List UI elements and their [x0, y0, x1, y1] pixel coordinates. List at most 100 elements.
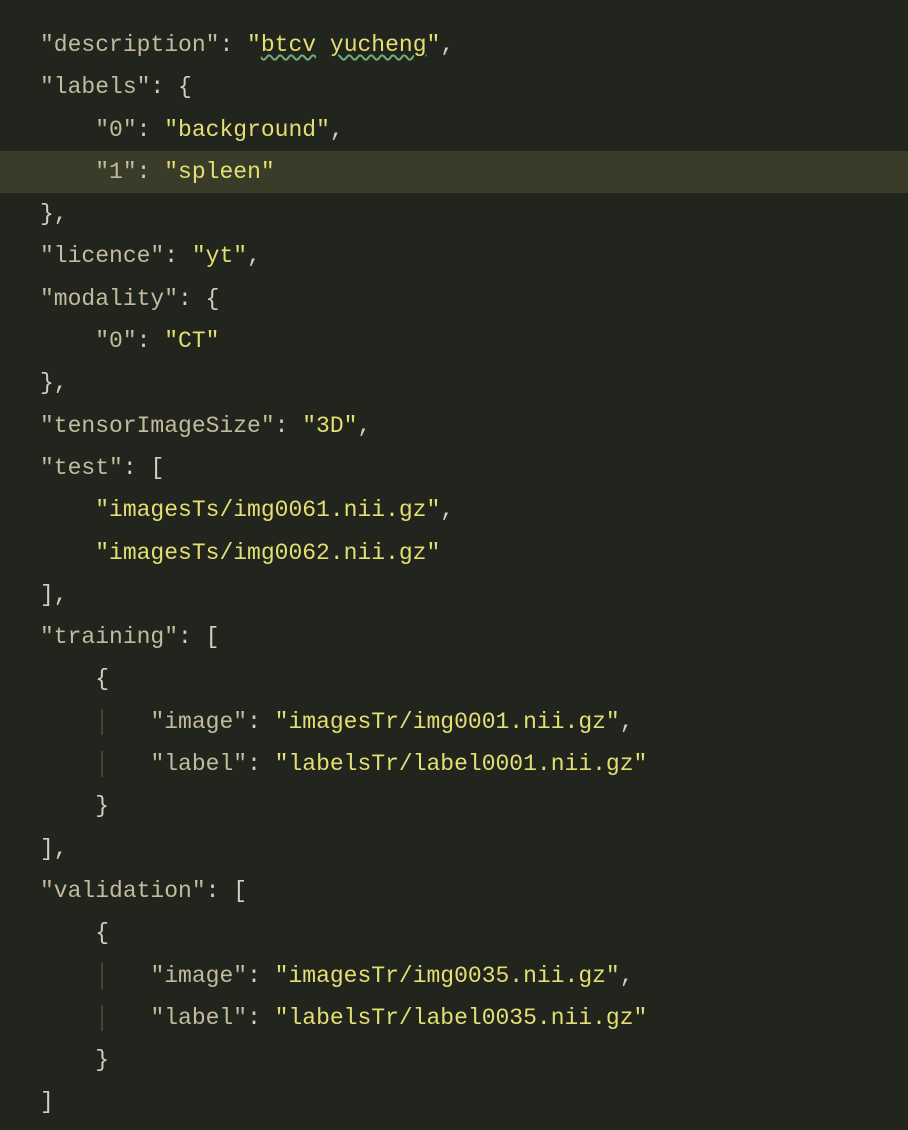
json-key: "modality": [40, 286, 178, 312]
code-line: {: [0, 658, 908, 700]
json-string: "3D": [302, 413, 357, 439]
json-key: "image": [150, 709, 247, 735]
code-line: "test": [: [0, 447, 908, 489]
code-line: "imagesTs/img0061.nii.gz",: [0, 489, 908, 531]
json-string: "CT": [164, 328, 219, 354]
json-string-spellcheck: yucheng: [330, 32, 427, 58]
punct-colon: :: [137, 117, 165, 143]
punct-close-bracket: ],: [40, 836, 68, 862]
code-line: "description": "btcv yucheng",: [0, 24, 908, 66]
json-key: "0": [95, 328, 136, 354]
punct-colon: :: [178, 286, 206, 312]
punct-comma: ,: [247, 243, 261, 269]
punct-open-brace: {: [178, 74, 192, 100]
punct-colon: :: [137, 328, 165, 354]
code-line: },: [0, 193, 908, 235]
json-string: "imagesTr/img0001.nii.gz": [275, 709, 620, 735]
json-key: "image": [150, 963, 247, 989]
indent: [40, 328, 95, 354]
code-line: "imagesTs/img0062.nii.gz": [0, 532, 908, 574]
json-string: ": [427, 32, 441, 58]
punct-close-bracket: ]: [40, 1089, 54, 1115]
indent-guide: │: [95, 963, 150, 989]
indent: [40, 540, 95, 566]
code-line: "training": [: [0, 616, 908, 658]
punct-open-bracket: [: [233, 878, 247, 904]
json-string: [316, 32, 330, 58]
code-line: │ "image": "imagesTr/img0035.nii.gz",: [0, 955, 908, 997]
code-line: }: [0, 1039, 908, 1081]
code-line: │ "label": "labelsTr/label0035.nii.gz": [0, 997, 908, 1039]
punct-comma: ,: [440, 497, 454, 523]
punct-colon: :: [247, 751, 275, 777]
json-key: "test": [40, 455, 123, 481]
json-string: "imagesTs/img0062.nii.gz": [95, 540, 440, 566]
code-line: │ "image": "imagesTr/img0001.nii.gz",: [0, 701, 908, 743]
json-key: "description": [40, 32, 219, 58]
json-string: ": [247, 32, 261, 58]
punct-comma: ,: [440, 32, 454, 58]
punct-colon: :: [178, 624, 206, 650]
json-string: "labelsTr/label0035.nii.gz": [275, 1005, 648, 1031]
indent: [40, 751, 95, 777]
json-key: "tensorImageSize": [40, 413, 275, 439]
code-line: "labels": {: [0, 66, 908, 108]
json-string: "background": [164, 117, 330, 143]
punct-open-bracket: [: [206, 624, 220, 650]
punct-colon: :: [247, 1005, 275, 1031]
code-line: ],: [0, 828, 908, 870]
indent-guide: │: [95, 1005, 150, 1031]
indent-guide: │: [95, 709, 150, 735]
punct-colon: :: [137, 159, 165, 185]
json-key: "labels": [40, 74, 150, 100]
json-string: "labelsTr/label0001.nii.gz": [275, 751, 648, 777]
punct-open-bracket: [: [150, 455, 164, 481]
indent: [40, 793, 95, 819]
indent-guide: │: [95, 751, 150, 777]
punct-colon: :: [275, 413, 303, 439]
code-line: "modality": {: [0, 278, 908, 320]
code-line: "licence": "yt",: [0, 235, 908, 277]
json-key: "label": [150, 751, 247, 777]
indent: [40, 1047, 95, 1073]
punct-close-brace: },: [40, 370, 68, 396]
json-string: "spleen": [164, 159, 274, 185]
punct-colon: :: [164, 243, 192, 269]
code-line: },: [0, 362, 908, 404]
punct-close-brace: },: [40, 201, 68, 227]
indent: [40, 666, 95, 692]
punct-colon: :: [247, 963, 275, 989]
indent: [40, 117, 95, 143]
code-line: {: [0, 912, 908, 954]
code-line: "tensorImageSize": "3D",: [0, 405, 908, 447]
code-line: ],: [0, 574, 908, 616]
punct-comma: ,: [620, 709, 634, 735]
indent: [40, 1005, 95, 1031]
punct-open-brace: {: [206, 286, 220, 312]
json-string: "imagesTs/img0061.nii.gz": [95, 497, 440, 523]
punct-colon: :: [247, 709, 275, 735]
punct-close-brace: }: [95, 793, 109, 819]
punct-comma: ,: [357, 413, 371, 439]
json-string: "yt": [192, 243, 247, 269]
code-line: }: [0, 785, 908, 827]
code-line: "0": "background",: [0, 109, 908, 151]
punct-comma: ,: [620, 963, 634, 989]
json-string-spellcheck: btcv: [261, 32, 316, 58]
json-key: "training": [40, 624, 178, 650]
json-key: "licence": [40, 243, 164, 269]
indent: [40, 709, 95, 735]
code-line: "validation": [: [0, 870, 908, 912]
json-key: "label": [150, 1005, 247, 1031]
punct-comma: ,: [330, 117, 344, 143]
code-line: "0": "CT": [0, 320, 908, 362]
code-line-highlighted: "1": "spleen": [0, 151, 908, 193]
indent: [40, 497, 95, 523]
code-editor[interactable]: "description": "btcv yucheng","labels": …: [0, 0, 908, 1130]
punct-colon: :: [206, 878, 234, 904]
punct-colon: :: [123, 455, 151, 481]
indent: [40, 920, 95, 946]
code-line: ]: [0, 1081, 908, 1123]
punct-open-brace: {: [95, 920, 109, 946]
punct-close-bracket: ],: [40, 582, 68, 608]
